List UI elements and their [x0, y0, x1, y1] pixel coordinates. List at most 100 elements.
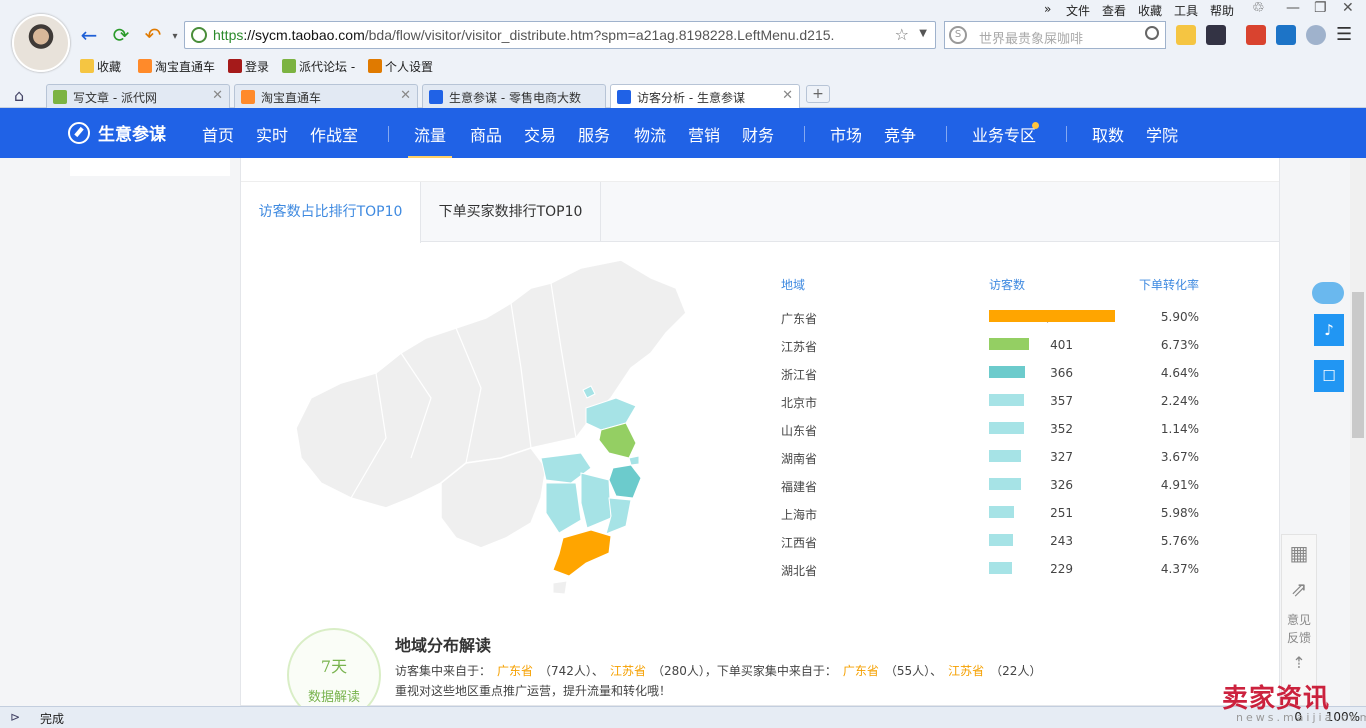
sidebar-toggle-icon[interactable]: ⊳ — [10, 710, 20, 724]
nav-traffic[interactable]: 流量 — [407, 122, 453, 159]
table-row[interactable]: 北京市 357 2.24% — [781, 392, 1201, 412]
minimize-icon[interactable]: — — [1286, 0, 1300, 16]
row-visitor-bar — [989, 422, 1024, 434]
region-hunan[interactable] — [545, 482, 582, 534]
menu-file[interactable]: 文件 — [1066, 2, 1090, 19]
assistant-cloud-icon[interactable] — [1312, 282, 1344, 304]
table-row[interactable]: 广东省1,2725.90% — [781, 308, 1201, 328]
screenshot-scissors-icon[interactable] — [1206, 25, 1226, 45]
previous-section-edge — [241, 158, 1279, 182]
restore-icon[interactable]: ❐ — [1314, 0, 1327, 16]
back-icon[interactable]: ← — [76, 22, 102, 48]
tab-ztc[interactable]: 淘宝直通车 ✕ — [234, 84, 418, 108]
url-text[interactable]: https://sycm.taobao.com/bda/flow/visitor… — [213, 27, 834, 43]
nav-products[interactable]: 商品 — [470, 122, 502, 146]
nav-logistics[interactable]: 物流 — [634, 122, 666, 146]
tab-paidai-write[interactable]: 写文章 - 派代网 ✕ — [46, 84, 230, 108]
zoom-tool-icon[interactable] — [1276, 25, 1296, 45]
nav-marketing[interactable]: 营销 — [688, 122, 720, 146]
hamburger-menu-icon[interactable]: ☰ — [1336, 25, 1356, 45]
nav-academy[interactable]: 学院 — [1146, 122, 1178, 146]
nav-business-zone[interactable]: 业务专区 — [972, 122, 1036, 146]
notification-bell-icon[interactable]: ♪ — [1314, 314, 1344, 346]
row-conversion-rate: 4.37% — [1160, 562, 1199, 576]
feedback-button[interactable]: 意见反馈 — [1282, 611, 1316, 647]
search-icon[interactable] — [1145, 26, 1159, 40]
close-window-icon[interactable]: ✕ — [1342, 0, 1354, 16]
nav-separator — [388, 126, 389, 142]
region-jiangxi[interactable] — [580, 472, 612, 529]
bookmark-login[interactable]: 登录 — [228, 58, 269, 75]
row-visitor-count: 243 — [1050, 534, 1073, 548]
nav-realtime[interactable]: 实时 — [256, 122, 288, 146]
table-row[interactable]: 福建省 326 4.91% — [781, 476, 1201, 496]
bookmark-ztc[interactable]: 淘宝直通车 — [138, 58, 215, 75]
translate-icon[interactable] — [1246, 25, 1266, 45]
bookmark-settings[interactable]: 个人设置 — [368, 58, 433, 75]
refresh-icon[interactable]: ⟳ — [108, 22, 134, 48]
back-to-top-icon[interactable]: ⇡ — [1282, 653, 1316, 672]
tab-buyer-ranking[interactable]: 下单买家数排行TOP10 — [421, 182, 601, 242]
menu-view[interactable]: 查看 — [1102, 2, 1126, 19]
nav-home[interactable]: 首页 — [202, 122, 234, 146]
tab-close-icon[interactable]: ✕ — [212, 88, 223, 103]
table-row[interactable]: 江苏省 401 6.73% — [781, 336, 1201, 356]
address-bar[interactable]: https://sycm.taobao.com/bda/flow/visitor… — [184, 21, 936, 49]
nav-competition[interactable]: 竞争 — [884, 122, 916, 146]
tab-sycm-home[interactable]: 生意参谋 - 零售电商大数 — [422, 84, 606, 108]
skin-icon[interactable]: ♲ — [1252, 0, 1265, 16]
tab-strip: ⌂ 写文章 - 派代网 ✕ 淘宝直通车 ✕ 生意参谋 - 零售电商大数 访客分析… — [0, 82, 1366, 108]
region-zhejiang[interactable] — [608, 464, 642, 499]
nav-market[interactable]: 市场 — [830, 122, 862, 146]
table-row[interactable]: 湖南省 327 3.67% — [781, 448, 1201, 468]
tab-close-icon[interactable]: ✕ — [782, 88, 793, 103]
bookmark-favorites[interactable]: 收藏 — [80, 58, 121, 75]
table-row[interactable]: 湖北省 229 4.37% — [781, 560, 1201, 580]
tab-visitor-ranking[interactable]: 访客数占比排行TOP10 — [241, 182, 421, 243]
menu-favorites[interactable]: 收藏 — [1138, 2, 1162, 19]
tab-visitor-analysis[interactable]: 访客分析 - 生意参谋 ✕ — [610, 84, 800, 108]
scrollbar-thumb[interactable] — [1352, 292, 1364, 438]
table-row[interactable]: 浙江省 366 4.64% — [781, 364, 1201, 384]
bookmark-paidai[interactable]: 派代论坛 - — [282, 58, 355, 75]
menu-overflow-icon[interactable]: » — [1044, 2, 1051, 16]
nav-finance[interactable]: 财务 — [742, 122, 774, 146]
search-engine-icon[interactable]: S — [949, 26, 967, 44]
qrcode-icon[interactable]: ▦ — [1282, 541, 1316, 565]
region-guangdong[interactable] — [552, 529, 612, 577]
region-shanghai[interactable] — [628, 455, 640, 466]
table-row[interactable]: 江西省 243 5.76% — [781, 532, 1201, 552]
nav-warroom[interactable]: 作战室 — [310, 122, 358, 146]
nav-trade[interactable]: 交易 — [524, 122, 556, 146]
home-icon[interactable]: ⌂ — [14, 86, 24, 105]
status-text: 完成 — [40, 712, 65, 726]
table-row[interactable]: 山东省 352 1.14% — [781, 420, 1201, 440]
days-number: 7 — [320, 657, 332, 676]
row-visitor-bar — [989, 562, 1012, 574]
compass-icon — [68, 122, 90, 144]
table-row[interactable]: 上海市 251 5.98% — [781, 504, 1201, 524]
search-placeholder[interactable]: 世界最贵象屎咖啡 — [979, 28, 1083, 47]
page-body: 访客数占比排行TOP10 下单买家数排行TOP10 地域 访客数 下单转化率 广… — [0, 158, 1350, 722]
interpretation-title: 地域分布解读 — [395, 636, 492, 655]
row-visitor-bar — [989, 450, 1021, 462]
share-icon[interactable]: ⇗ — [1282, 577, 1316, 601]
row-visitor-bar — [989, 534, 1013, 546]
brand-logo[interactable]: 生意参谋 — [68, 120, 166, 145]
nav-service[interactable]: 服务 — [578, 122, 610, 146]
page-scrollbar[interactable] — [1350, 158, 1366, 706]
seller-icon — [368, 59, 382, 73]
more-tools-icon[interactable] — [1306, 25, 1326, 45]
china-map[interactable] — [291, 258, 711, 608]
row-visitor-bar — [989, 366, 1025, 378]
new-tab-button[interactable]: + — [806, 85, 830, 103]
search-box[interactable]: S 世界最贵象屎咖啡 — [944, 21, 1166, 49]
address-dropdown-icon[interactable]: ▼ — [919, 28, 927, 39]
menu-help[interactable]: 帮助 — [1210, 2, 1234, 19]
extension-login-icon[interactable] — [1176, 25, 1196, 45]
nav-data-fetch[interactable]: 取数 — [1092, 122, 1124, 146]
favorite-star-icon[interactable]: ☆ — [895, 25, 909, 44]
chat-icon[interactable]: ☐ — [1314, 360, 1344, 392]
tab-close-icon[interactable]: ✕ — [400, 88, 411, 103]
menu-tools[interactable]: 工具 — [1174, 2, 1198, 19]
